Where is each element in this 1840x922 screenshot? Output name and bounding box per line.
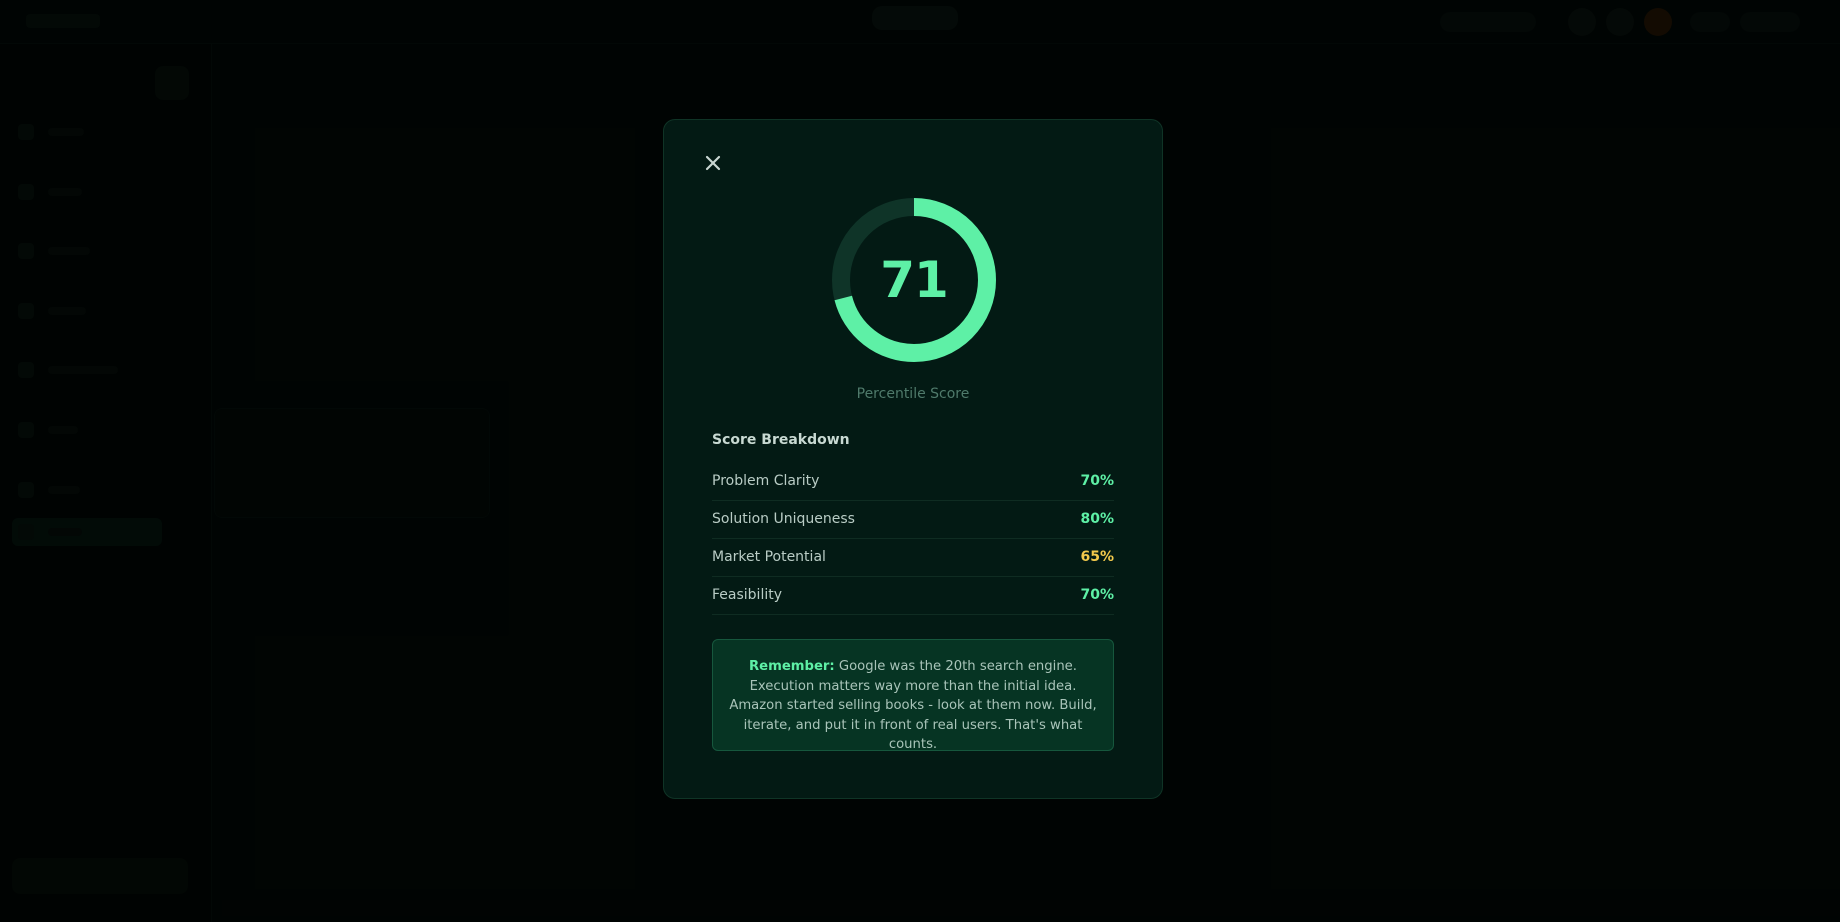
breakdown-row: Market Potential 65%: [712, 539, 1114, 577]
tip-prefix: Remember:: [748, 659, 835, 674]
breakdown-value: 80%: [1080, 511, 1114, 527]
score-modal: 71 Percentile Score Score Breakdown Prob…: [663, 119, 1163, 799]
close-icon: [705, 155, 721, 171]
breakdown-label: Solution Uniqueness: [712, 511, 855, 527]
score-value: 71: [880, 251, 949, 309]
close-button[interactable]: [700, 150, 726, 176]
score-caption: Percentile Score: [856, 386, 970, 402]
breakdown-label: Market Potential: [712, 549, 826, 565]
breakdown-title: Score Breakdown: [712, 432, 850, 448]
breakdown-row: Problem Clarity 70%: [712, 463, 1114, 501]
breakdown-row: Feasibility 70%: [712, 577, 1114, 615]
breakdown-value: 70%: [1080, 473, 1114, 489]
breakdown-value: 65%: [1080, 549, 1114, 565]
breakdown-row: Solution Uniqueness 80%: [712, 501, 1114, 539]
tip-box: Remember: Google was the 20th search eng…: [712, 639, 1114, 752]
score-breakdown: Score Breakdown Problem Clarity 70% Solu…: [712, 431, 1114, 615]
breakdown-label: Feasibility: [712, 587, 782, 603]
breakdown-value: 70%: [1080, 587, 1114, 603]
score-gauge: 71: [832, 198, 996, 362]
breakdown-label: Problem Clarity: [712, 473, 820, 489]
